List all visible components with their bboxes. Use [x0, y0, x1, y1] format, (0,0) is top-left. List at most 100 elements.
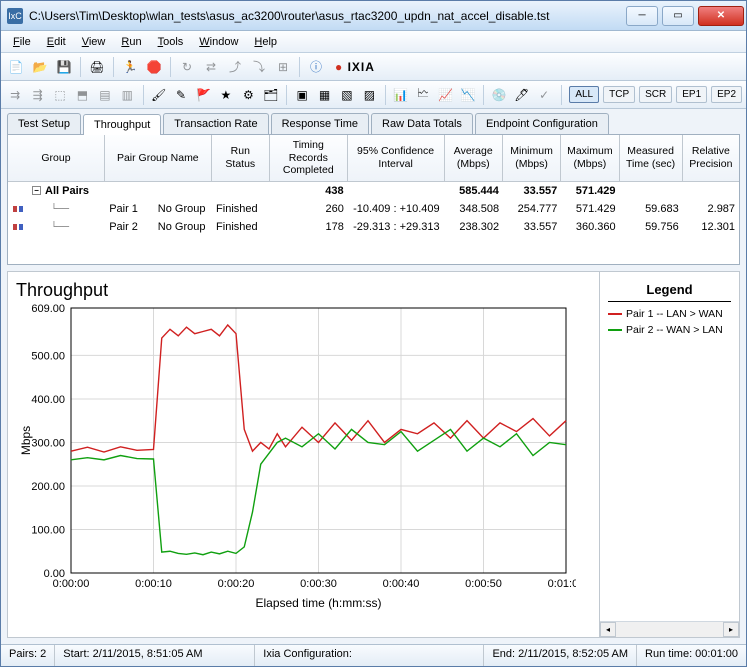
menu-run[interactable]: Run — [113, 33, 149, 51]
menu-view[interactable]: View — [74, 33, 114, 51]
collapse-icon[interactable]: − — [32, 186, 41, 195]
legend-scrollbar[interactable]: ◂ ▸ — [600, 621, 739, 637]
stop-icon[interactable]: 🛑 — [143, 56, 165, 78]
star-icon[interactable]: ★ — [216, 84, 236, 106]
toolbar-secondary: ⇉ ⇶ ⬚ ⬒ ▤ ▥ 🖌 ✎ 🚩 ★ ⚙ 🗂 ▣ ▦ ▧ ▨ 📊 🗠 📈 📉 … — [1, 81, 746, 109]
tb2-icon5[interactable]: ▤ — [95, 84, 115, 106]
tb2-c4[interactable]: 📉 — [458, 84, 478, 106]
col-group[interactable]: Group — [8, 135, 105, 181]
action3-icon[interactable]: ⤴ — [224, 56, 246, 78]
mode-ep1[interactable]: EP1 — [676, 86, 707, 103]
tb2-c2[interactable]: 🗠 — [413, 84, 433, 106]
svg-text:0:01:00: 0:01:00 — [548, 578, 576, 590]
menu-help[interactable]: Help — [246, 33, 285, 51]
menu-tools[interactable]: Tools — [150, 33, 192, 51]
tab-response-time[interactable]: Response Time — [271, 113, 369, 134]
action4-icon[interactable]: ⤵ — [248, 56, 270, 78]
gear-icon[interactable]: ⚙ — [238, 84, 258, 106]
tab-strip: Test Setup Throughput Transaction Rate R… — [1, 109, 746, 134]
tab-throughput[interactable]: Throughput — [83, 114, 161, 135]
col-meas[interactable]: Measured Time (sec) — [620, 135, 683, 181]
status-runtime: Run time: 00:01:00 — [637, 645, 746, 666]
tab-transaction-rate[interactable]: Transaction Rate — [163, 113, 268, 134]
scroll-right-icon[interactable]: ▸ — [723, 622, 739, 637]
col-confidence[interactable]: 95% Confidence Interval — [348, 135, 445, 181]
tb2-icon3[interactable]: ⬚ — [50, 84, 70, 106]
action-icon[interactable]: ↻ — [176, 56, 198, 78]
legend-item-2[interactable]: Pair 2 -- WAN > LAN — [600, 322, 739, 338]
col-avg[interactable]: Average (Mbps) — [445, 135, 503, 181]
grid-header: Group Pair Group Name Run Status Timing … — [8, 135, 739, 182]
tb2-b3[interactable]: ▧ — [337, 84, 357, 106]
window-title: C:\Users\Tim\Desktop\wlan_tests\asus_ac3… — [29, 9, 624, 23]
tb2-c3[interactable]: 📈 — [435, 84, 455, 106]
tab-test-setup[interactable]: Test Setup — [7, 113, 81, 134]
card-icon[interactable]: 🗂 — [261, 84, 281, 106]
col-max[interactable]: Maximum (Mbps) — [561, 135, 619, 181]
tab-raw-data-totals[interactable]: Raw Data Totals — [371, 113, 473, 134]
edit-icon[interactable]: ✎ — [171, 84, 191, 106]
statusbar: Pairs: 2 Start: 2/11/2015, 8:51:05 AM Ix… — [1, 644, 746, 666]
svg-text:0:00:50: 0:00:50 — [465, 578, 502, 590]
menu-window[interactable]: Window — [191, 33, 246, 51]
flag-icon[interactable]: 🚩 — [193, 84, 213, 106]
tb2-icon6[interactable]: ▥ — [117, 84, 137, 106]
mode-all[interactable]: ALL — [569, 86, 599, 103]
tb2-d3[interactable]: ✓ — [534, 84, 554, 106]
throughput-chart[interactable]: 0.00100.00200.00300.00400.00500.00609.00… — [16, 303, 576, 633]
svg-text:609.00: 609.00 — [31, 303, 65, 315]
action2-icon[interactable]: ⇄ — [200, 56, 222, 78]
open-icon[interactable]: 📂 — [29, 56, 51, 78]
tb2-icon1[interactable]: ⇉ — [5, 84, 25, 106]
pair-icon — [12, 203, 24, 215]
action5-icon[interactable]: ⊞ — [272, 56, 294, 78]
mode-tcp[interactable]: TCP — [603, 86, 635, 103]
col-timing[interactable]: Timing Records Completed — [270, 135, 348, 181]
new-icon[interactable]: 📄 — [5, 56, 27, 78]
results-grid: Group Pair Group Name Run Status Timing … — [7, 134, 740, 265]
tb2-icon2[interactable]: ⇶ — [27, 84, 47, 106]
tb2-b2[interactable]: ▦ — [314, 84, 334, 106]
row-all-pairs[interactable]: − All Pairs 438 585.444 33.557 571.429 — [8, 182, 739, 200]
tb2-b4[interactable]: ▨ — [359, 84, 379, 106]
info-icon[interactable]: ⓘ — [305, 56, 327, 78]
minimize-button[interactable]: ─ — [626, 6, 658, 26]
tab-endpoint-configuration[interactable]: Endpoint Configuration — [475, 113, 609, 134]
grid-body: − All Pairs 438 585.444 33.557 571.429 └… — [8, 182, 739, 264]
table-row[interactable]: └── Pair 1 No Group Finished 260 -10.409… — [8, 200, 739, 218]
col-run-status[interactable]: Run Status — [212, 135, 270, 181]
tb2-c1[interactable]: 📊 — [391, 84, 411, 106]
mode-ep2[interactable]: EP2 — [711, 86, 742, 103]
tb2-d1[interactable]: 💿 — [489, 84, 509, 106]
status-start: Start: 2/11/2015, 8:51:05 AM — [55, 645, 255, 666]
table-row[interactable]: └── Pair 2 No Group Finished 178 -29.313… — [8, 218, 739, 236]
toolbar-main: 📄 📂 💾 🖨 🏃 🛑 ↻ ⇄ ⤴ ⤵ ⊞ ⓘ ● IXIA — [1, 53, 746, 81]
svg-text:400.00: 400.00 — [31, 394, 65, 406]
status-end: End: 2/11/2015, 8:52:05 AM — [484, 645, 637, 666]
svg-text:0:00:10: 0:00:10 — [135, 578, 172, 590]
legend-swatch-1 — [608, 313, 622, 315]
svg-text:0:00:40: 0:00:40 — [383, 578, 420, 590]
close-button[interactable]: ✕ — [698, 6, 744, 26]
save-icon[interactable]: 💾 — [53, 56, 75, 78]
mode-scr[interactable]: SCR — [639, 86, 672, 103]
col-min[interactable]: Minimum (Mbps) — [503, 135, 561, 181]
tb2-b1[interactable]: ▣ — [292, 84, 312, 106]
titlebar[interactable]: IxC C:\Users\Tim\Desktop\wlan_tests\asus… — [1, 1, 746, 31]
col-prec[interactable]: Relative Precision — [683, 135, 739, 181]
print-icon[interactable]: 🖨 — [86, 56, 108, 78]
run-icon[interactable]: 🏃 — [119, 56, 141, 78]
tb2-icon4[interactable]: ⬒ — [72, 84, 92, 106]
maximize-button[interactable]: ▭ — [662, 6, 694, 26]
brush-icon[interactable]: 🖌 — [148, 84, 168, 106]
app-window: IxC C:\Users\Tim\Desktop\wlan_tests\asus… — [0, 0, 747, 667]
scroll-left-icon[interactable]: ◂ — [600, 622, 616, 637]
menu-edit[interactable]: Edit — [39, 33, 74, 51]
status-config: Ixia Configuration: — [255, 645, 484, 666]
menu-file[interactable]: File — [5, 33, 39, 51]
tb2-d2[interactable]: 🖊 — [512, 84, 532, 106]
svg-text:100.00: 100.00 — [31, 524, 65, 536]
col-pair-group[interactable]: Pair Group Name — [105, 135, 212, 181]
legend-item-1[interactable]: Pair 1 -- LAN > WAN — [600, 306, 739, 322]
chart-main: Throughput 0.00100.00200.00300.00400.005… — [8, 272, 599, 637]
